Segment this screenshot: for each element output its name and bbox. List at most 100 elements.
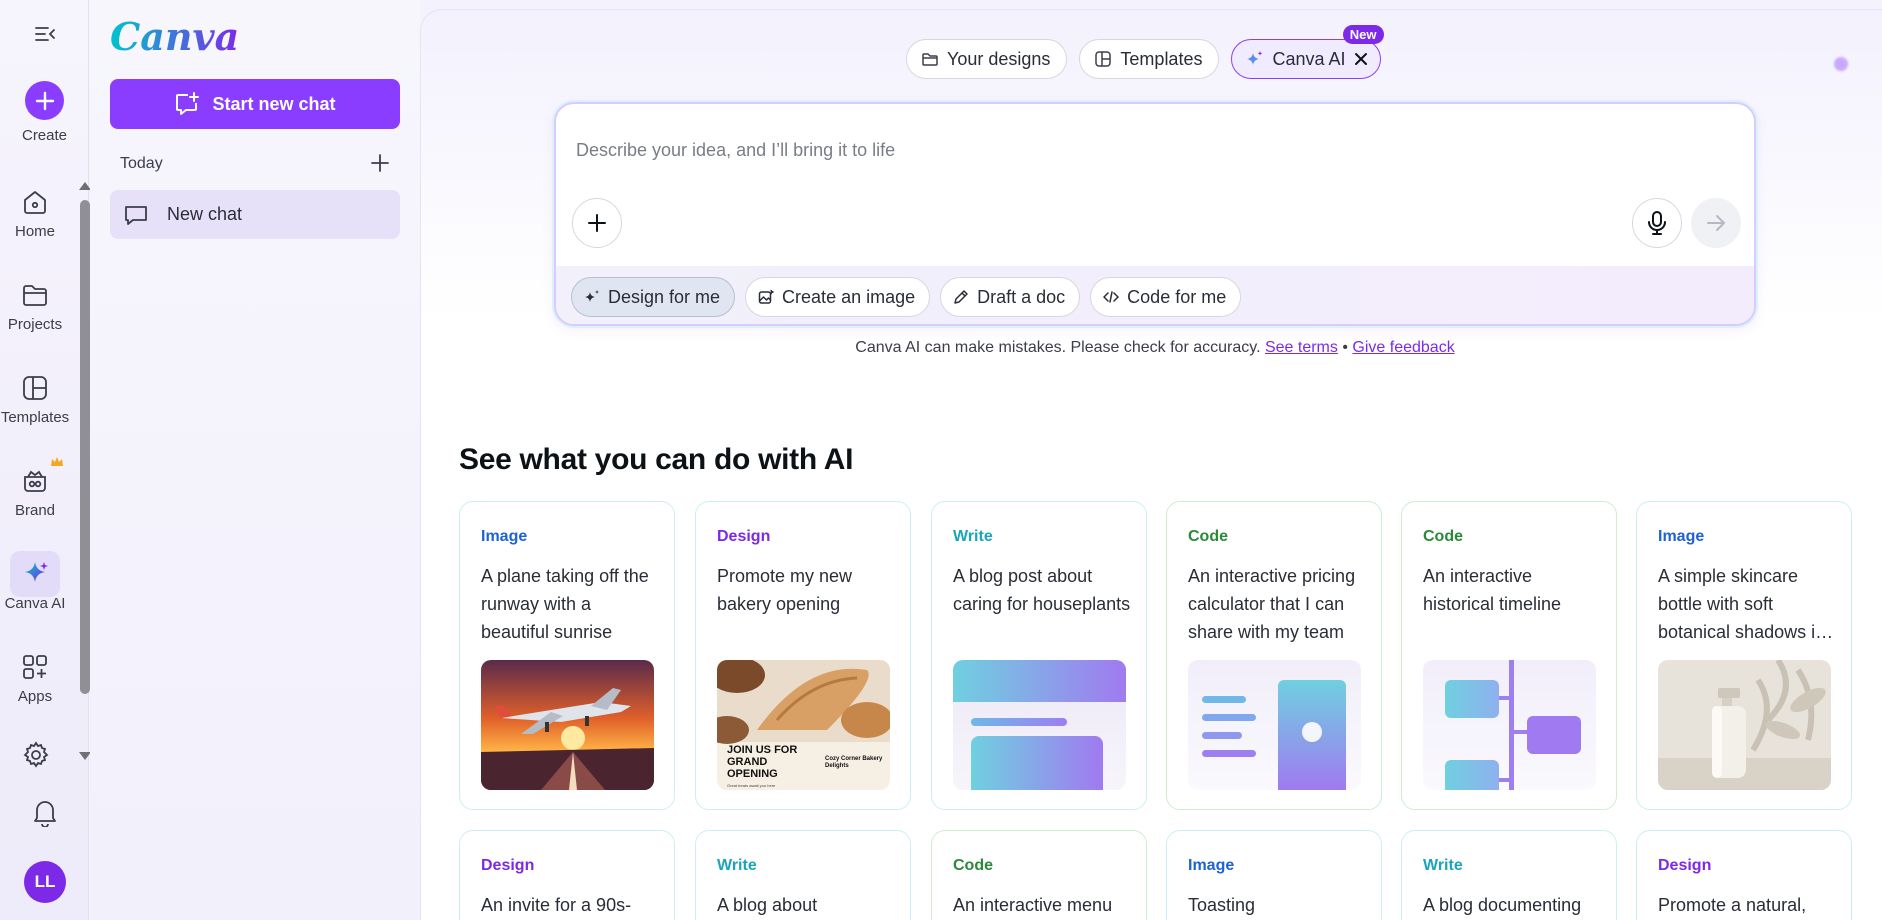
- chat-list-item-label: New chat: [167, 204, 243, 224]
- card-tag: Image: [1658, 528, 1705, 545]
- microphone-icon: [1648, 211, 1666, 235]
- doc-block-graphic: [971, 736, 1103, 790]
- chat-list-item[interactable]: New chat: [110, 190, 400, 239]
- chat-bubble-icon: [125, 205, 147, 225]
- timeline-thumbnail: [1423, 660, 1596, 790]
- bakery-flyer-thumbnail: JOIN US FOR GRAND OPENING Cozy Corner Ba…: [717, 660, 890, 790]
- apps-icon: [23, 655, 47, 679]
- disclaimer-separator: •: [1342, 339, 1348, 356]
- disclaimer-text: Canva AI can make mistakes. Please check…: [855, 339, 1261, 356]
- microphone-button[interactable]: [1632, 198, 1682, 248]
- tab-label: Your designs: [947, 48, 1051, 69]
- timeline-event-graphic: [1445, 680, 1499, 718]
- rail-item-templates[interactable]: Templates: [0, 373, 70, 453]
- rail-label-home: Home: [14, 223, 55, 240]
- canva-logo[interactable]: Canva: [110, 14, 239, 59]
- example-card[interactable]: Code An interactive pricing calculator t…: [1166, 501, 1382, 810]
- give-feedback-link[interactable]: Give feedback: [1352, 339, 1454, 356]
- card-tag: Write: [953, 528, 993, 545]
- card-tag: Design: [717, 528, 771, 545]
- templates-icon: [1095, 51, 1112, 67]
- design-for-me-chip[interactable]: Design for me: [571, 277, 736, 317]
- plane-sunrise-thumbnail: [481, 660, 654, 790]
- sparkle-icon: [1247, 51, 1263, 65]
- close-icon[interactable]: [1354, 52, 1368, 66]
- plus-icon: [588, 214, 606, 232]
- settings-icon[interactable]: [20, 740, 52, 770]
- code-for-me-chip[interactable]: Code for me: [1090, 277, 1242, 317]
- card-description: Promote my new bakery opening: [717, 566, 853, 614]
- sparkle-icon: [585, 290, 599, 302]
- tab-canva-ai[interactable]: Canva AI New: [1231, 25, 1384, 79]
- example-card[interactable]: Code An interactive menu: [931, 830, 1147, 920]
- pricing-calculator-thumbnail: [1188, 660, 1361, 790]
- rail-item-apps[interactable]: Apps: [0, 652, 70, 732]
- see-terms-link[interactable]: See terms: [1265, 339, 1338, 356]
- example-card[interactable]: Design Promote a natural,: [1636, 830, 1852, 920]
- avatar[interactable]: LL: [24, 861, 66, 903]
- create-an-image-chip[interactable]: Create an image: [745, 277, 931, 317]
- sparkle-icon: [25, 562, 48, 582]
- timeline-tick-graphic: [1499, 696, 1509, 700]
- flyer-headline: JOIN US FOR GRAND OPENING: [727, 744, 798, 780]
- tab-label: Templates: [1120, 48, 1203, 69]
- crown-icon: [51, 457, 63, 466]
- left-rail: Create Home Projects Templates Brand Can…: [0, 0, 89, 920]
- create-button[interactable]: [25, 81, 64, 120]
- prompt-input[interactable]: [576, 140, 1676, 161]
- tab-your-designs[interactable]: Your designs: [906, 39, 1068, 79]
- trend-icon: [1302, 722, 1322, 742]
- example-card[interactable]: Design Promote my new bakery opening JOI…: [695, 501, 911, 810]
- send-button[interactable]: [1691, 198, 1741, 248]
- example-card[interactable]: Image Toasting: [1166, 830, 1382, 920]
- disclaimer: Canva AI can make mistakes. Please check…: [554, 339, 1756, 357]
- code-icon: [1103, 291, 1119, 303]
- doc-header-graphic: [953, 660, 1126, 702]
- rail-item-projects[interactable]: Projects: [0, 280, 70, 360]
- image-icon: [758, 289, 774, 304]
- prompt-suggestions: Design for me Create an image Draft a do…: [556, 266, 1754, 324]
- today-heading: Today: [120, 155, 163, 172]
- plus-icon: [35, 91, 54, 110]
- new-chat-icon: [176, 92, 200, 115]
- pen-icon: [954, 290, 968, 304]
- rail-label-brand: Brand: [14, 502, 56, 519]
- rail-item-canva-ai[interactable]: Canva AI: [0, 551, 70, 639]
- skincare-bottle-thumbnail: [1658, 660, 1831, 790]
- example-card[interactable]: Image A simple skincare bottle with soft…: [1636, 501, 1852, 810]
- decorative-glow: [1834, 57, 1848, 71]
- bar-graphic: [1202, 732, 1242, 739]
- bell-icon[interactable]: [31, 797, 59, 827]
- rail-item-home[interactable]: Home: [0, 187, 70, 267]
- brand-icon: [24, 470, 46, 492]
- example-card[interactable]: Image A plane taking off the runway with…: [459, 501, 675, 810]
- card-description: A plane taking off the runway with a bea…: [481, 566, 649, 642]
- flyer-tagline: Great treats await you here: [727, 783, 776, 788]
- timeline-event-graphic: [1445, 760, 1499, 790]
- collapse-menu-icon[interactable]: [33, 22, 57, 46]
- templates-icon: [23, 376, 47, 400]
- example-card[interactable]: Write A blog post about caring for house…: [931, 501, 1147, 810]
- example-card[interactable]: Write A blog documenting: [1401, 830, 1617, 920]
- example-card[interactable]: Design An invite for a 90s-: [459, 830, 675, 920]
- tab-templates[interactable]: Templates: [1079, 39, 1220, 79]
- timeline-tick-graphic: [1514, 730, 1528, 734]
- start-new-chat-button[interactable]: Start new chat: [110, 79, 400, 129]
- rail-item-brand[interactable]: Brand: [0, 457, 70, 546]
- example-card[interactable]: Write A blog about: [695, 830, 911, 920]
- card-description: A blog post about caring for houseplants: [953, 566, 1131, 614]
- arrow-right-icon: [1707, 215, 1725, 231]
- add-chat-icon[interactable]: [369, 152, 391, 174]
- card-description: Toasting: [1188, 895, 1256, 915]
- add-attachment-button[interactable]: [572, 198, 622, 248]
- card-description: A blog documenting: [1423, 895, 1582, 915]
- bar-graphic: [1202, 714, 1256, 721]
- scrollbar-thumb[interactable]: [80, 200, 90, 694]
- card-tag: Code: [953, 857, 993, 874]
- card-description: An invite for a 90s-: [481, 895, 632, 915]
- card-description: An interactive historical timeline: [1423, 566, 1562, 614]
- example-card[interactable]: Code An interactive historical timeline: [1401, 501, 1617, 810]
- draft-a-doc-chip[interactable]: Draft a doc: [940, 277, 1081, 317]
- doc-line-graphic: [971, 718, 1067, 726]
- prompt-box: Design for me Create an image Draft a do…: [554, 102, 1756, 326]
